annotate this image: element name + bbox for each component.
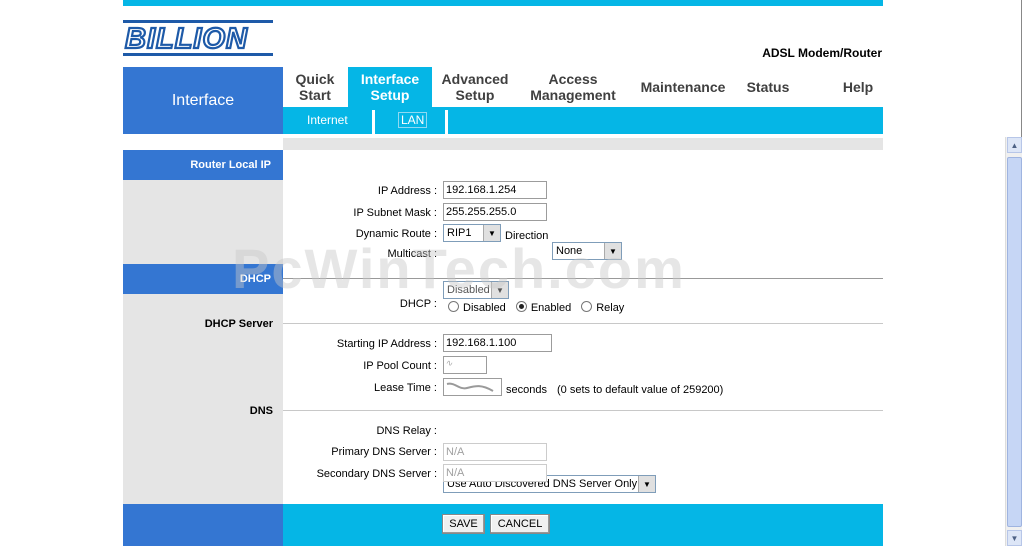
subtab-divider xyxy=(372,110,375,134)
starting-ip-label: Starting IP Address : xyxy=(336,338,437,350)
dhcp-enabled-radio[interactable] xyxy=(515,301,527,312)
router-local-ip-heading: Router Local IP xyxy=(123,150,283,180)
product-name: ADSL Modem/Router xyxy=(762,46,882,60)
divider xyxy=(283,410,883,411)
content-top-strip xyxy=(283,138,883,150)
lease-time-unit: seconds xyxy=(506,384,547,396)
vertical-scrollbar[interactable]: ▲ ▼ xyxy=(1005,137,1022,546)
dhcp-disabled-label: Disabled xyxy=(463,302,506,314)
main-nav: Quick Start Interface Setup Advanced Setup … xyxy=(283,67,883,107)
ip-pool-count-label: IP Pool Count : xyxy=(363,360,437,372)
ip-address-label: IP Address : xyxy=(377,185,437,197)
dhcp-relay-radio[interactable] xyxy=(581,301,593,312)
lease-time-note: (0 sets to default value of 259200) xyxy=(557,384,724,396)
subnet-mask-field[interactable] xyxy=(443,203,547,221)
cancel-button[interactable]: CANCEL xyxy=(490,514,550,534)
dhcp-relay-label: Relay xyxy=(596,302,625,314)
obscured-value-icon: ∿ xyxy=(445,358,453,368)
dns-relay-label: DNS Relay : xyxy=(376,425,437,437)
dns-heading: DNS xyxy=(249,405,273,417)
section-title: Interface xyxy=(123,67,283,134)
tab-status[interactable]: Status xyxy=(738,67,798,107)
dhcp-disabled-radio[interactable] xyxy=(448,301,459,312)
tab-interface-setup[interactable]: Interface Setup xyxy=(348,67,432,107)
watermark: PcWinTech.com xyxy=(232,237,686,300)
tab-help[interactable]: Help xyxy=(833,67,883,107)
footer-bar xyxy=(283,504,883,546)
save-button[interactable]: SAVE xyxy=(442,514,485,534)
tab-access-management[interactable]: Access Management xyxy=(523,67,623,107)
tab-quick-start[interactable]: Quick Start xyxy=(283,67,347,107)
dhcp-enabled-label: Enabled xyxy=(530,302,572,314)
top-accent-bar xyxy=(123,0,883,6)
divider xyxy=(283,323,883,324)
logo-text: BILLION xyxy=(125,23,248,55)
starting-ip-field[interactable] xyxy=(443,334,552,352)
tab-maintenance[interactable]: Maintenance xyxy=(631,67,735,107)
scroll-up-icon[interactable]: ▲ xyxy=(1007,137,1022,153)
footer-left xyxy=(123,504,283,546)
subtab-internet[interactable]: Internet xyxy=(307,113,348,127)
obscured-value-icon xyxy=(445,380,495,394)
billion-logo: BILLION xyxy=(123,20,273,58)
subnet-mask-label: IP Subnet Mask : xyxy=(353,207,437,219)
chevron-down-icon: ▼ xyxy=(638,476,655,492)
scroll-thumb[interactable] xyxy=(1007,157,1022,527)
subtab-lan[interactable]: LAN xyxy=(398,112,428,128)
secondary-dns-field[interactable] xyxy=(443,464,547,482)
subtab-divider xyxy=(445,110,448,134)
primary-dns-label: Primary DNS Server : xyxy=(331,446,437,458)
scroll-down-icon[interactable]: ▼ xyxy=(1007,530,1022,546)
tab-advanced-setup[interactable]: Advanced Setup xyxy=(435,67,515,107)
lease-time-label: Lease Time : xyxy=(374,382,437,394)
sub-nav: Internet LAN xyxy=(283,107,883,134)
dhcp-radio-group: Disabled Enabled Relay xyxy=(448,299,624,314)
secondary-dns-label: Secondary DNS Server : xyxy=(316,468,437,480)
primary-dns-field[interactable] xyxy=(443,443,547,461)
dhcp-server-heading: DHCP Server xyxy=(204,318,273,330)
ip-address-field[interactable] xyxy=(443,181,547,199)
